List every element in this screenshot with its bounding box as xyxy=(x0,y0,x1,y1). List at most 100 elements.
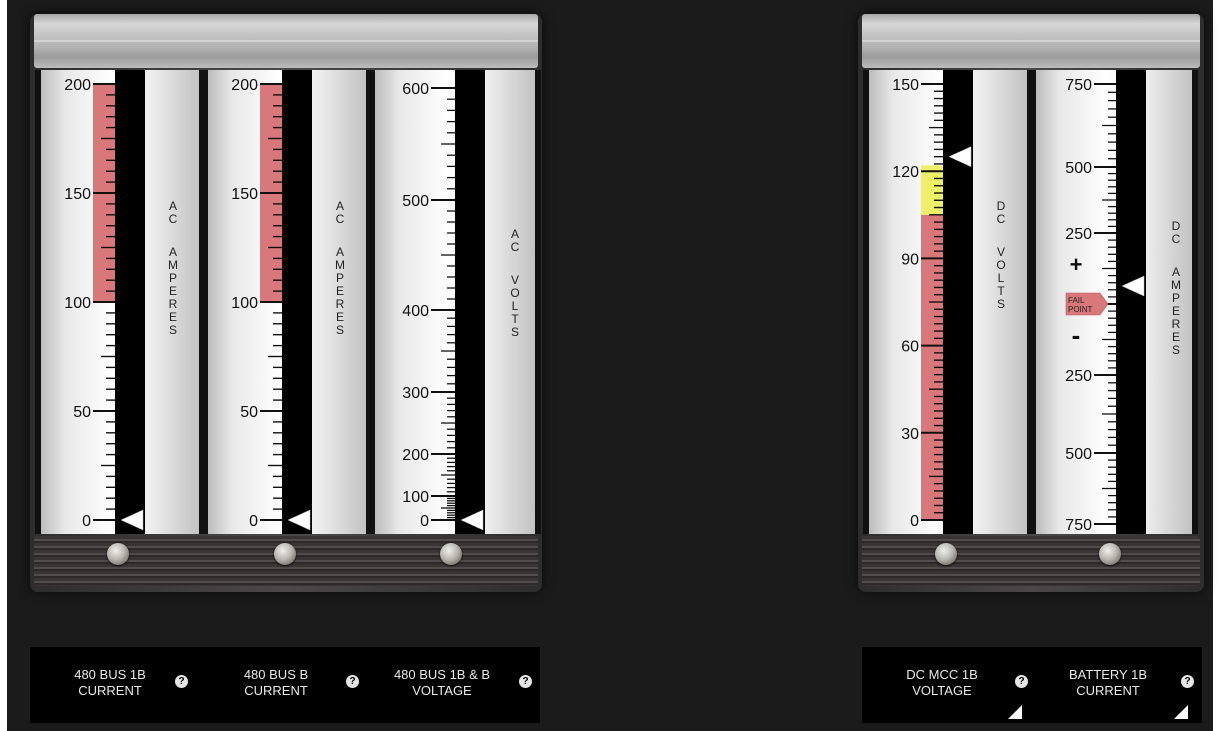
meter-5-scale: 7505002500250500750+-DCAMPERESFAILPOINT xyxy=(1065,70,1181,534)
meter-1-label: 480 BUS 1B CURRENT xyxy=(74,667,146,698)
fail-point-tag: FAILPOINT xyxy=(1065,292,1109,316)
meter-2-unit-word-2-char: E xyxy=(336,310,344,324)
dc-meter-panel: 150 120 90 60 30 0 DC VOLTS 750 500 250 0 250 500 750… xyxy=(858,14,1204,592)
meter-1-unit-word-2-char: E xyxy=(169,284,177,298)
meter-2-unit-word-2: AMPERES xyxy=(335,245,345,337)
meter-3-unit-word-1-char: C xyxy=(511,240,520,254)
meter-3-unit-word-2-char: T xyxy=(511,312,519,326)
meter-4-tick-label: 0 xyxy=(910,513,919,530)
meter-2-scale: 200150100500ACAMPERES xyxy=(231,70,345,534)
meter-5-unit-word-2: AMPERES xyxy=(1171,265,1181,357)
meter-2-unit-word-1-char: A xyxy=(336,199,344,213)
meter-1-unit-word-2-char: P xyxy=(169,271,177,285)
meter-1-tick-label: 50 xyxy=(73,404,91,421)
meter-4-unit-word-2-char: T xyxy=(997,284,1005,298)
meter-2-unit-word-2-char: E xyxy=(336,284,344,298)
meter-5-tick-label: 750 xyxy=(1065,517,1092,534)
meter-5-unit-word-2-char: P xyxy=(1172,291,1180,305)
meter-3-tick-label: 0 xyxy=(420,513,429,530)
meter-1-unit-word-2-char: E xyxy=(169,310,177,324)
meter-4-tick-label: 90 xyxy=(901,251,919,268)
meter-2-screw xyxy=(274,543,296,565)
meter-5-tick-label: 500 xyxy=(1065,446,1092,463)
meter-3-help-icon[interactable]: ? xyxy=(519,675,532,688)
meter-2-unit-word-2-char: S xyxy=(336,323,344,337)
meter-3-tick-label: 400 xyxy=(402,303,429,320)
meter-1: 200 150 100 50 0 A C A M P E R E S xyxy=(35,70,205,534)
meter-5-unit-word-2-char: A xyxy=(1172,265,1180,279)
meter-5-unit-word-2-char: R xyxy=(1172,317,1181,331)
ac-meter-panel: 200 150 100 50 0 A C A M P E R E S 200 150 100 50 0 A C A M P E… xyxy=(30,14,542,592)
left-edge xyxy=(0,0,7,731)
meter-3-scale: 600 500 400 300 200 100 0 AC VOLTS xyxy=(402,70,520,534)
meter-1-unit-word-2-char: R xyxy=(169,297,178,311)
meter-3-unit-word-2-char: O xyxy=(510,286,519,300)
meter-1-label-cell: 480 BUS 1B CURRENT ? xyxy=(30,647,196,723)
meter-3-unit-word-2-char: L xyxy=(512,299,519,313)
meter-4-scale: 150 120 90 60 30 0 DC VOLTS xyxy=(892,70,1006,534)
meter-2-bar xyxy=(282,70,312,534)
meter-3-tick-label: 200 xyxy=(402,447,429,464)
meter-5-unit-word-2-char: M xyxy=(1171,278,1181,292)
meter-4-corner-mark xyxy=(1008,705,1022,719)
meter-2-unit-word-2-char: R xyxy=(336,297,345,311)
panel-top-cap xyxy=(34,14,538,68)
meter-1-screw xyxy=(107,543,129,565)
meter-2-unit-word-1: AC xyxy=(336,199,345,226)
meter-3-screw xyxy=(440,543,462,565)
meter-5-plus-sign: + xyxy=(1070,252,1083,277)
meter-2-label: 480 BUS B CURRENT xyxy=(243,667,309,698)
meter-3-unit-word-2-char: V xyxy=(511,273,519,287)
meter-3-unit-word-1: AC xyxy=(511,227,520,254)
meter-1-tick-label: 0 xyxy=(82,513,91,530)
meter-4-help-icon[interactable]: ? xyxy=(1015,675,1028,688)
meter-1-tick-label: 200 xyxy=(64,77,91,94)
meter-4-label-cell: DC MCC 1B VOLTAGE ? xyxy=(862,647,1028,723)
meter-4-unit-word-2-char: S xyxy=(997,297,1005,311)
right-edge xyxy=(1213,0,1220,731)
meter-5-minus-sign: - xyxy=(1072,320,1081,350)
meter-4: 150 120 90 60 30 0 D C V O L T S xyxy=(863,70,1033,534)
meter-5-unit-word-1: DC xyxy=(1172,219,1181,246)
meter-3-tick-label: 100 xyxy=(402,489,429,506)
meter-3-bar xyxy=(455,70,485,534)
meter-2-unit-word-2-char: M xyxy=(335,258,345,272)
panel-bottom-cap xyxy=(862,536,1200,586)
meter-1-unit-word-2-char: M xyxy=(168,258,178,272)
meter-2-tick-label: 50 xyxy=(240,404,258,421)
meter-4-tick-label: 60 xyxy=(901,339,919,356)
meter-1-unit-word-2: AMPERES xyxy=(168,245,178,337)
meter-2-unit-word-1-char: C xyxy=(336,212,345,226)
meter-2-unit-word-2-char: A xyxy=(336,245,344,259)
meter-2-tick-label: 100 xyxy=(231,295,258,312)
meter-2: 200 150 100 50 0 A C A M P E R E S xyxy=(202,70,372,534)
meter-3-tick-label: 600 xyxy=(402,81,429,98)
meter-1-tick-label: 150 xyxy=(64,186,91,203)
meter-4-label: DC MCC 1B VOLTAGE xyxy=(906,667,978,698)
meter-5-tick-label: 750 xyxy=(1065,77,1092,94)
meter-3-unit-word-2-char: S xyxy=(511,325,519,339)
meter-3-unit-word-2: VOLTS xyxy=(510,273,519,339)
meter-2-tick-label: 0 xyxy=(249,513,258,530)
meter-5-unit-word-1-char: C xyxy=(1172,232,1181,246)
meter-5-bar xyxy=(1116,70,1146,534)
meter-3-label: 480 BUS 1B & B VOLTAGE xyxy=(393,667,491,698)
meter-4-unit-word-2-char: L xyxy=(998,271,1005,285)
meter-2-unit-word-2-char: P xyxy=(336,271,344,285)
meter-3-tick-label: 300 xyxy=(402,385,429,402)
meter-5: 7505002500250500750+-DCAMPERESFAILPOINT xyxy=(1030,70,1198,534)
meter-4-bar xyxy=(943,70,973,534)
meter-2-help-icon[interactable]: ? xyxy=(346,675,359,688)
fail-point-text: FAIL xyxy=(1068,296,1085,305)
meter-5-screw xyxy=(1099,543,1121,565)
meter-4-unit-word-1-char: D xyxy=(997,199,1006,213)
meter-3: 600 500 400 300 200 100 0 A C V O L T S xyxy=(369,70,541,534)
meter-5-tick-label: 250 xyxy=(1065,226,1092,243)
meter-5-unit-word-2-char: E xyxy=(1172,304,1180,318)
meter-4-unit-word-2-char: V xyxy=(997,245,1005,259)
meter-1-help-icon[interactable]: ? xyxy=(175,675,188,688)
meter-4-tick-label: 120 xyxy=(892,164,919,181)
meter-5-help-icon[interactable]: ? xyxy=(1181,675,1194,688)
meter-1-scale: 200150100500ACAMPERES xyxy=(64,70,178,534)
meter-5-unit-word-1-char: D xyxy=(1172,219,1181,233)
